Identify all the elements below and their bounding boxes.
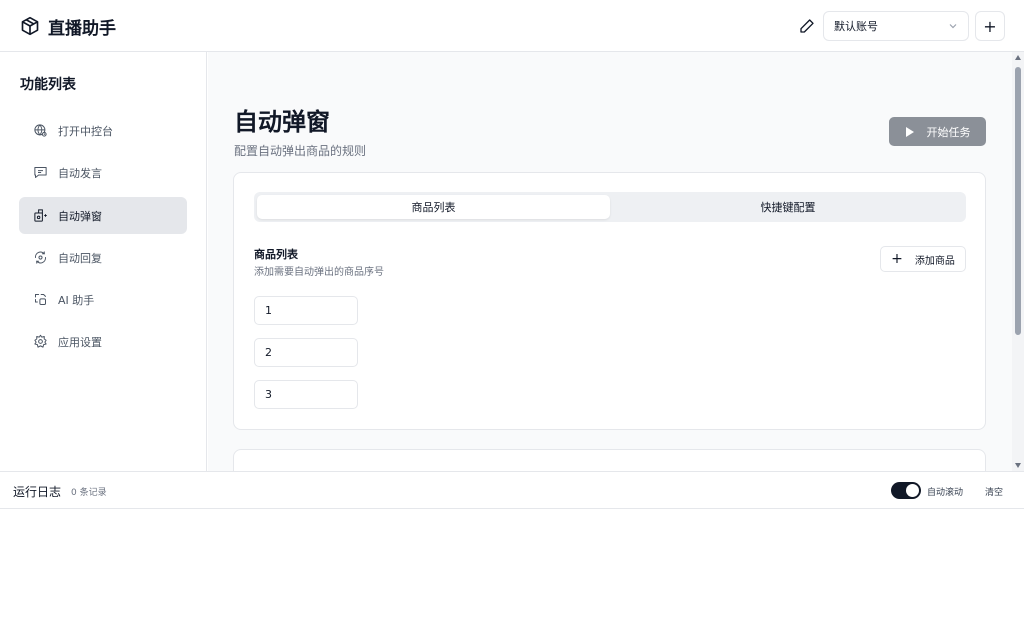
section-title: 商品列表	[254, 248, 298, 261]
log-title: 运行日志	[13, 485, 62, 499]
start-task-label: 开始任务	[926, 125, 971, 139]
tab-product-list[interactable]: 商品列表	[257, 195, 610, 219]
add-product-label: 添加商品	[914, 255, 955, 267]
ai-assistant-icon	[35, 294, 46, 305]
message-icon	[34, 167, 47, 178]
clear-log-button[interactable]: 清空	[985, 485, 1003, 498]
sidebar: 功能列表 打开中控台 自动发言 自动弹窗 自动回复 AI 助手 应用设置	[0, 52, 207, 471]
tab-bar: 商品列表 快捷键配置	[254, 192, 966, 222]
account-select-value: 默认账号	[834, 20, 878, 33]
scroll-down-icon[interactable]	[1015, 463, 1021, 468]
pencil-icon[interactable]	[799, 18, 815, 34]
add-account-button[interactable]: +	[975, 11, 1005, 41]
sidebar-item-label: 自动发言	[58, 166, 102, 180]
sidebar-item-label: 打开中控台	[58, 124, 113, 138]
sidebar-item-auto-popup[interactable]: 自动弹窗	[19, 197, 187, 234]
package-icon	[21, 16, 39, 36]
sidebar-item-auto-message[interactable]: 自动发言	[19, 154, 187, 191]
sidebar-item-label: 自动弹窗	[58, 209, 102, 223]
app-title: 直播助手	[48, 19, 116, 39]
page-title: 自动弹窗	[234, 108, 330, 136]
app-header: 直播助手 默认账号 +	[0, 0, 1024, 52]
secondary-card	[233, 449, 986, 471]
gear-icon	[34, 334, 47, 348]
sidebar-item-ai-assistant[interactable]: AI 助手	[19, 281, 187, 318]
chevron-down-icon	[949, 24, 957, 29]
log-panel: 运行日志 0 条记录 自动滚动 清空	[0, 471, 1024, 617]
sidebar-item-label: AI 助手	[58, 293, 95, 307]
product-input-3[interactable]: 3	[254, 380, 358, 409]
sidebar-item-label: 自动回复	[58, 251, 102, 265]
log-count: 0 条记录	[71, 488, 107, 498]
start-task-button[interactable]: 开始任务	[889, 117, 986, 146]
auto-scroll-toggle[interactable]	[891, 482, 921, 499]
main-scrollbar[interactable]	[1012, 52, 1024, 471]
toggle-knob	[906, 484, 919, 497]
plus-icon: +	[891, 251, 903, 267]
scroll-thumb[interactable]	[1015, 67, 1021, 335]
section-description: 添加需要自动弹出的商品序号	[254, 267, 384, 278]
tab-hotkey-config[interactable]: 快捷键配置	[613, 195, 963, 219]
refresh-reply-icon	[35, 251, 46, 264]
page-subtitle: 配置自动弹出商品的规则	[234, 144, 367, 158]
sidebar-item-label: 应用设置	[58, 335, 102, 349]
auto-scroll-label: 自动滚动	[927, 488, 964, 498]
scroll-up-icon[interactable]	[1015, 55, 1021, 60]
product-input-2[interactable]: 2	[254, 338, 358, 367]
sidebar-title: 功能列表	[20, 77, 76, 93]
product-card: 商品列表 快捷键配置 商品列表 添加需要自动弹出的商品序号 + 添加商品 1 2…	[233, 172, 986, 430]
sidebar-item-open-console[interactable]: 打开中控台	[19, 112, 187, 149]
globe-icon	[34, 124, 47, 137]
main-content: 自动弹窗 配置自动弹出商品的规则 开始任务 商品列表 快捷键配置 商品列表 添加…	[208, 52, 1012, 471]
popup-icon	[34, 209, 47, 222]
log-header: 运行日志 0 条记录 自动滚动 清空	[0, 472, 1024, 509]
add-product-button[interactable]: + 添加商品	[880, 246, 966, 272]
sidebar-item-auto-reply[interactable]: 自动回复	[19, 239, 187, 276]
sidebar-item-app-settings[interactable]: 应用设置	[19, 323, 187, 360]
play-icon	[905, 126, 914, 137]
product-input-1[interactable]: 1	[254, 296, 358, 325]
account-select[interactable]: 默认账号	[823, 11, 969, 41]
